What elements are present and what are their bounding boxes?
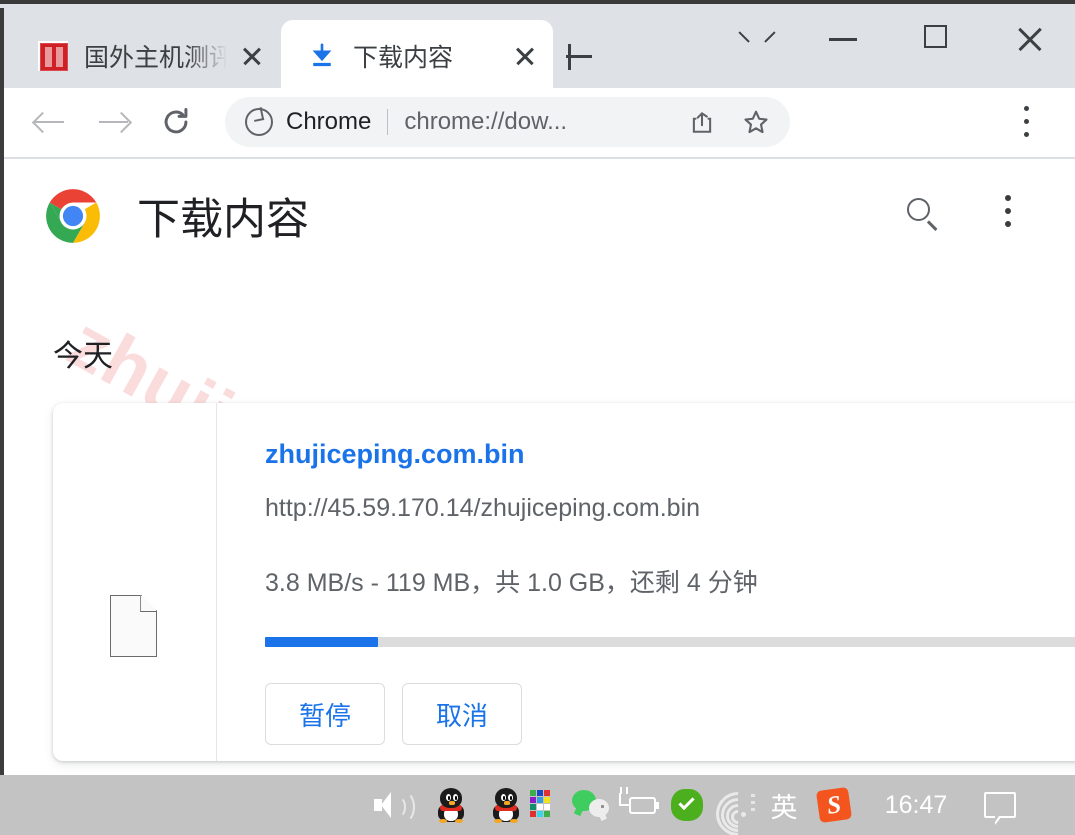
browser-window: 国外主机测评 下载内容 Chrome chrome://dow... 下载内容 … bbox=[0, 0, 1075, 775]
chrome-logo bbox=[45, 188, 101, 244]
grid-cell bbox=[544, 790, 550, 796]
omnibox-separator bbox=[387, 109, 389, 135]
download-icon bbox=[307, 41, 337, 71]
grid-cell bbox=[544, 811, 550, 817]
download-source-url: http://45.59.170.14/zhujiceping.com.bin bbox=[265, 494, 701, 522]
grid-cell bbox=[537, 790, 543, 796]
pause-button[interactable]: 暂停 bbox=[265, 683, 385, 745]
grid-cell bbox=[544, 804, 550, 810]
more-options-icon[interactable] bbox=[992, 192, 1028, 232]
tab-downloads[interactable]: 下载内容 bbox=[281, 20, 553, 92]
download-icon-column bbox=[53, 403, 217, 761]
download-progress-fill bbox=[265, 637, 378, 647]
forward-button[interactable] bbox=[90, 98, 138, 146]
grid-cell bbox=[530, 790, 536, 796]
grid-cell bbox=[530, 811, 536, 817]
close-window-button[interactable] bbox=[986, 8, 1074, 62]
tab-close-icon[interactable] bbox=[234, 38, 270, 74]
tab-title: 国外主机测评 bbox=[84, 44, 228, 72]
volume-icon[interactable] bbox=[370, 775, 416, 835]
tray-expand-icon[interactable] bbox=[748, 775, 762, 835]
downloads-page: zhujiceping.com 下载内容 bbox=[4, 159, 1075, 775]
maximize-button[interactable] bbox=[893, 8, 981, 62]
notification-icon[interactable] bbox=[970, 775, 1030, 835]
grid-cell bbox=[537, 804, 543, 810]
tab-title: 下载内容 bbox=[353, 44, 454, 72]
ime-indicator[interactable]: 英 bbox=[762, 775, 806, 835]
grid-cell bbox=[537, 811, 543, 817]
tab-favicon-icon bbox=[38, 41, 68, 71]
address-bar[interactable]: Chrome chrome://dow... bbox=[225, 97, 790, 147]
section-label-today: 今天 bbox=[53, 340, 113, 373]
generic-file-icon bbox=[110, 594, 158, 657]
battery-charging-icon[interactable] bbox=[615, 775, 663, 835]
wechat-icon[interactable] bbox=[565, 775, 617, 835]
windows-taskbar: 英 S 16:47 bbox=[0, 775, 1075, 835]
cancel-button[interactable]: 取消 bbox=[402, 683, 522, 745]
sogou-input-icon[interactable]: S bbox=[812, 775, 856, 835]
qq-penguin-icon[interactable] bbox=[428, 775, 474, 835]
security-shield-icon[interactable] bbox=[663, 775, 711, 835]
download-filename-link[interactable]: zhujiceping.com.bin bbox=[265, 439, 525, 470]
browser-menu-icon[interactable] bbox=[1010, 104, 1046, 142]
omnibox-brand-label: Chrome bbox=[286, 108, 372, 135]
bookmark-star-icon[interactable] bbox=[742, 108, 770, 136]
download-status-text: 3.8 MB/s - 119 MB，共 1.0 GB，还剩 4 分钟 bbox=[265, 569, 758, 597]
tab-strip: 国外主机测评 下载内容 bbox=[0, 4, 1075, 92]
reload-button[interactable] bbox=[152, 98, 200, 146]
browser-toolbar: Chrome chrome://dow... bbox=[0, 88, 1075, 158]
sogou-letter: S bbox=[825, 790, 843, 820]
minimize-button[interactable] bbox=[800, 8, 888, 62]
download-progress-bar bbox=[265, 637, 1075, 647]
back-button[interactable] bbox=[26, 98, 74, 146]
omnibox-url-text: chrome://dow... bbox=[404, 108, 568, 135]
tab-close-icon[interactable] bbox=[507, 38, 543, 74]
window-top-border bbox=[0, 0, 1075, 4]
grid-cell bbox=[530, 797, 536, 803]
downloads-header: 下载内容 bbox=[4, 159, 1075, 269]
grid-cell bbox=[544, 797, 550, 803]
search-icon[interactable] bbox=[901, 193, 945, 237]
window-left-border bbox=[0, 8, 4, 775]
chrome-product-icon bbox=[245, 108, 273, 136]
page-title: 下载内容 bbox=[137, 196, 309, 244]
new-tab-button[interactable] bbox=[556, 34, 602, 80]
grid-cell bbox=[530, 804, 536, 810]
download-item-card: zhujiceping.com.bin http://45.59.170.14/… bbox=[53, 403, 1075, 761]
grid-cell bbox=[537, 797, 543, 803]
taskbar-clock[interactable]: 16:47 bbox=[862, 775, 970, 835]
download-info-column: zhujiceping.com.bin http://45.59.170.14/… bbox=[217, 403, 1075, 761]
share-icon[interactable] bbox=[688, 109, 716, 135]
tab-guowai-zhuji-ceping[interactable]: 国外主机测评 bbox=[12, 20, 280, 92]
tab-search-chevron-icon[interactable] bbox=[707, 8, 795, 62]
color-grid-icon[interactable] bbox=[520, 775, 566, 835]
